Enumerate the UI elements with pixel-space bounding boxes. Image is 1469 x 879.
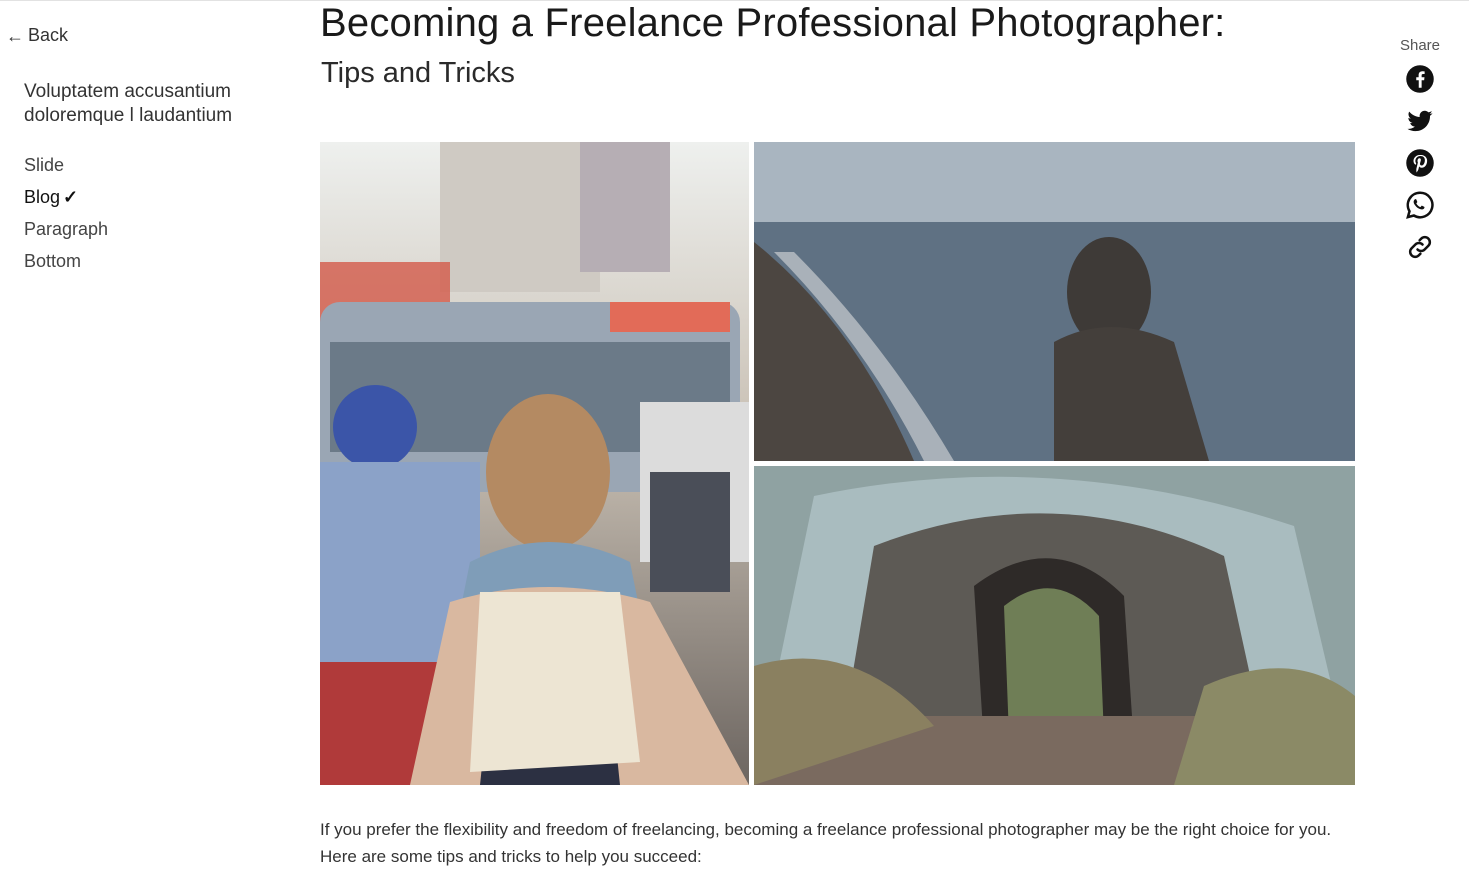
pinterest-icon[interactable] — [1405, 148, 1435, 178]
seashore-photo — [754, 142, 1355, 461]
whatsapp-icon[interactable] — [1405, 190, 1435, 220]
nav-item-blog[interactable]: Blog ✓ — [24, 181, 108, 213]
share-panel: Share — [1392, 37, 1448, 274]
facebook-icon[interactable] — [1405, 64, 1435, 94]
section-title: Voluptatem accusantium doloremque l laud… — [24, 81, 233, 126]
street-photo — [320, 142, 749, 785]
arrow-left-icon: ← — [6, 25, 24, 46]
rock-arch-photo — [754, 466, 1355, 785]
check-icon: ✓ — [63, 187, 79, 207]
nav-item-slide[interactable]: Slide — [24, 149, 108, 181]
page-subtitle: Tips and Tricks — [321, 57, 515, 89]
back-label: Back — [28, 25, 69, 45]
nav-item-bottom[interactable]: Bottom — [24, 245, 108, 277]
link-icon[interactable] — [1405, 232, 1435, 262]
nav-item-paragraph[interactable]: Paragraph — [24, 213, 108, 245]
page-title: Becoming a Freelance Professional Photog… — [320, 1, 1226, 45]
share-label: Share — [1399, 37, 1441, 54]
intro-paragraph: If you prefer the flexibility and freedo… — [320, 820, 1332, 866]
section-nav: Slide Blog ✓ Paragraph Bottom — [24, 149, 108, 277]
twitter-icon[interactable] — [1405, 106, 1435, 136]
back-link[interactable]: ← Back — [6, 25, 68, 46]
